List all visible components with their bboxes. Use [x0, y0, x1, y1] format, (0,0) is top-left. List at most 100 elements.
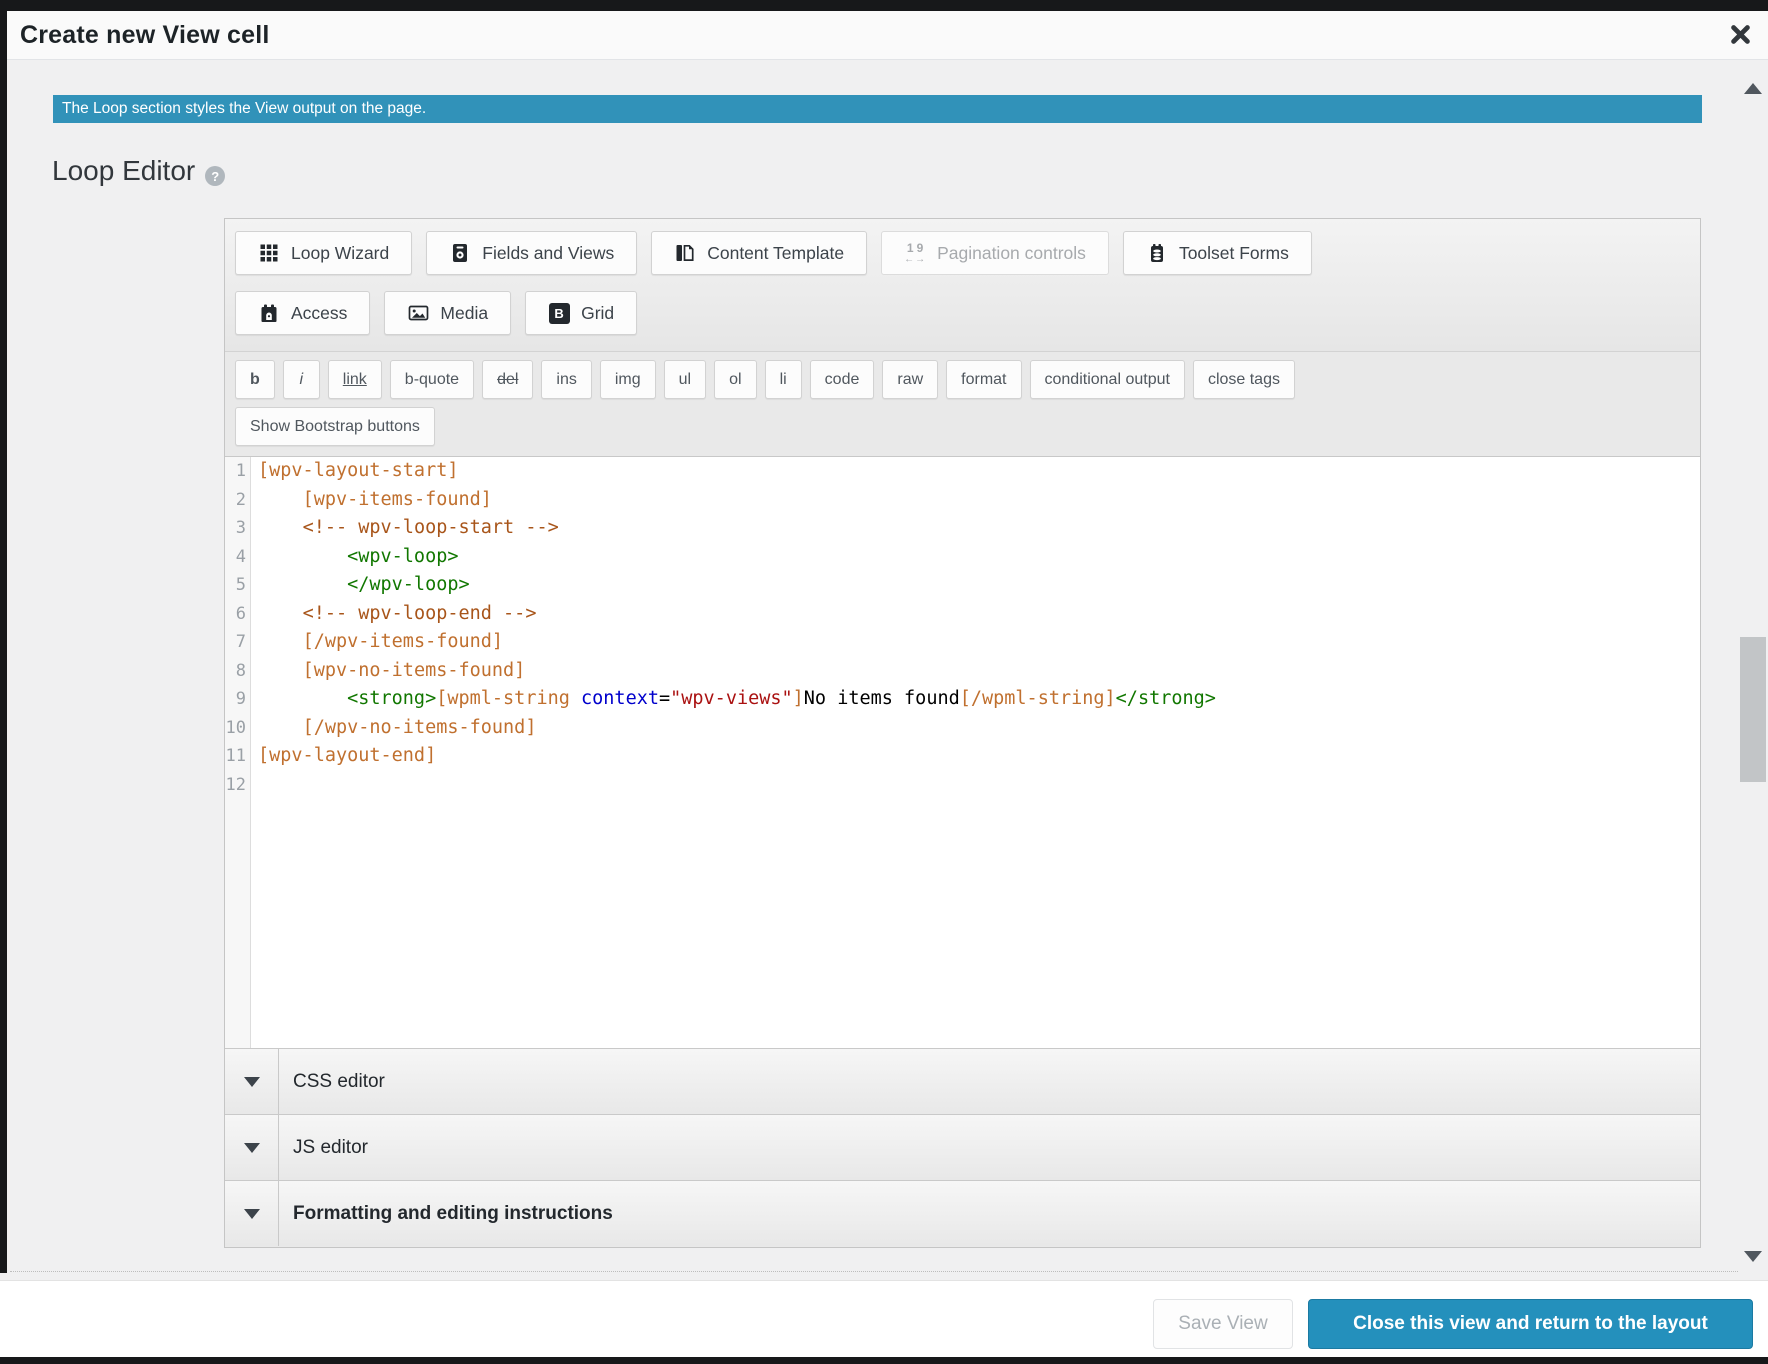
content-template-button[interactable]: Content Template	[651, 231, 867, 275]
line-number: 1	[225, 457, 246, 486]
js-editor-section-toggle[interactable]: JS editor	[225, 1114, 1700, 1180]
window-chrome-left	[0, 0, 7, 1273]
media-button[interactable]: Media	[384, 291, 511, 335]
code-area[interactable]: [wpv-layout-start] [wpv-items-found] <!-…	[251, 457, 1700, 1048]
code-token: [wpv-layout-end]	[258, 745, 436, 766]
code-token: [wpml-string	[436, 688, 581, 709]
toolbar-row-1: Loop Wizard Fields and Views Content Templ…	[235, 231, 1690, 275]
qt-del-button[interactable]: del	[482, 360, 533, 399]
loop-code-editor[interactable]: 123456789101112 [wpv-layout-start] [wpv-…	[225, 456, 1700, 1048]
qt-img-button[interactable]: img	[600, 360, 656, 399]
code-line: <!-- wpv-loop-start -->	[258, 514, 1700, 543]
loop-wizard-icon	[258, 242, 280, 264]
fields-and-views-button[interactable]: Fields and Views	[426, 231, 637, 275]
window-chrome-top	[0, 0, 1768, 11]
line-number: 9	[225, 685, 246, 714]
code-token: <!-- wpv-loop-start -->	[303, 517, 559, 538]
code-token: context	[581, 688, 659, 709]
close-and-return-button[interactable]: Close this view and return to the layout	[1308, 1299, 1753, 1349]
code-token: <!-- wpv-loop-end -->	[303, 603, 537, 624]
window-chrome-bottom	[0, 1357, 1768, 1364]
qt-close-tags-button[interactable]: close tags	[1193, 360, 1295, 399]
line-number: 3	[225, 514, 246, 543]
qt-li-button[interactable]: li	[765, 360, 802, 399]
line-number: 11	[225, 742, 246, 771]
code-token	[258, 688, 347, 709]
modal-footer: Save View Close this view and return to …	[0, 1280, 1768, 1357]
loop-editor-panel: Loop Wizard Fields and Views Content Templ…	[224, 218, 1701, 1248]
code-line: </wpv-loop>	[258, 571, 1700, 600]
access-button[interactable]: Access	[235, 291, 370, 335]
line-number: 2	[225, 486, 246, 515]
qt-ol-button[interactable]: ol	[714, 360, 756, 399]
save-view-button[interactable]: Save View	[1153, 1299, 1293, 1349]
qt-code-button[interactable]: code	[810, 360, 875, 399]
code-line: [wpv-layout-end]	[258, 742, 1700, 771]
pagination-controls-button[interactable]: 19←→Pagination controls	[881, 231, 1109, 275]
qt-ul-button[interactable]: ul	[664, 360, 706, 399]
quicktags-row: bilinkb-quotedelinsimgulollicoderawforma…	[235, 360, 1690, 399]
resize-divider	[10, 1271, 1738, 1272]
info-banner-text: The Loop section styles the View output …	[62, 100, 426, 117]
qt-link-button[interactable]: link	[328, 360, 382, 399]
bootstrap-b-icon: B	[548, 302, 570, 324]
qt-raw-button[interactable]: raw	[882, 360, 938, 399]
help-icon[interactable]: ?	[205, 166, 225, 186]
code-token	[258, 517, 303, 538]
scrollbar-thumb[interactable]	[1740, 637, 1766, 782]
info-banner: The Loop section styles the View output …	[53, 95, 1702, 123]
line-number: 4	[225, 543, 246, 572]
code-line: <strong>[wpml-string context="wpv-views"…	[258, 685, 1700, 714]
code-token: [/wpv-no-items-found]	[303, 717, 537, 738]
toolbar-button-label: Media	[440, 303, 488, 324]
modal-title: Create new View cell	[20, 11, 270, 60]
toolbar-button-label: Access	[291, 303, 347, 324]
qt-i-button[interactable]: i	[283, 360, 320, 399]
code-token	[258, 603, 303, 624]
code-token	[258, 489, 303, 510]
toolbar-button-label: Pagination controls	[937, 243, 1086, 264]
collapse-arrow-icon	[244, 1077, 260, 1087]
code-token: No items found	[804, 688, 960, 709]
toolset-forms-button[interactable]: Toolset Forms	[1123, 231, 1312, 275]
line-number: 7	[225, 628, 246, 657]
scroll-up-arrow-icon[interactable]	[1744, 83, 1762, 94]
code-token	[258, 717, 303, 738]
toolbar-row-2: Access Media BGrid	[235, 291, 1690, 335]
qt-ins-button[interactable]: ins	[541, 360, 591, 399]
code-token	[258, 574, 347, 595]
show-bootstrap-buttons-button[interactable]: Show Bootstrap buttons	[235, 407, 435, 446]
code-token: [wpv-no-items-found]	[303, 660, 526, 681]
close-button[interactable]	[1718, 11, 1762, 60]
scroll-down-arrow-icon[interactable]	[1744, 1251, 1762, 1262]
code-token: </strong>	[1116, 688, 1216, 709]
vertical-scrollbar[interactable]	[1738, 61, 1768, 1277]
code-token: ]	[793, 688, 804, 709]
quicktags-toolbar: bilinkb-quotedelinsimgulollicoderawforma…	[225, 351, 1700, 456]
loop-editor-title: Loop Editor	[52, 155, 195, 187]
code-token	[258, 660, 303, 681]
qt-b-button[interactable]: b	[235, 360, 275, 399]
css-editor-section-toggle[interactable]: CSS editor	[225, 1048, 1700, 1114]
toolbar-button-label: Toolset Forms	[1179, 243, 1289, 264]
code-token: [wpv-items-found]	[303, 489, 492, 510]
code-token: <strong>	[347, 688, 436, 709]
media-icon	[407, 302, 429, 324]
line-number: 12	[225, 771, 246, 800]
modal-title-bar: Create new View cell	[0, 11, 1768, 60]
grid-button[interactable]: BGrid	[525, 291, 637, 335]
toolbar-button-label: Content Template	[707, 243, 844, 264]
code-token: [wpv-layout-start]	[258, 460, 458, 481]
section-label: Formatting and editing instructions	[279, 1203, 613, 1225]
code-line: [/wpv-no-items-found]	[258, 714, 1700, 743]
loop-wizard-button[interactable]: Loop Wizard	[235, 231, 412, 275]
line-number: 10	[225, 714, 246, 743]
collapse-arrow-icon	[244, 1209, 260, 1219]
toolset-forms-icon	[1146, 242, 1168, 264]
qt-b-quote-button[interactable]: b-quote	[390, 360, 474, 399]
formatting-and-editing-instructions-section-toggle[interactable]: Formatting and editing instructions	[225, 1180, 1700, 1246]
qt-conditional-output-button[interactable]: conditional output	[1030, 360, 1185, 399]
code-token: </wpv-loop>	[347, 574, 470, 595]
line-number: 8	[225, 657, 246, 686]
qt-format-button[interactable]: format	[946, 360, 1021, 399]
